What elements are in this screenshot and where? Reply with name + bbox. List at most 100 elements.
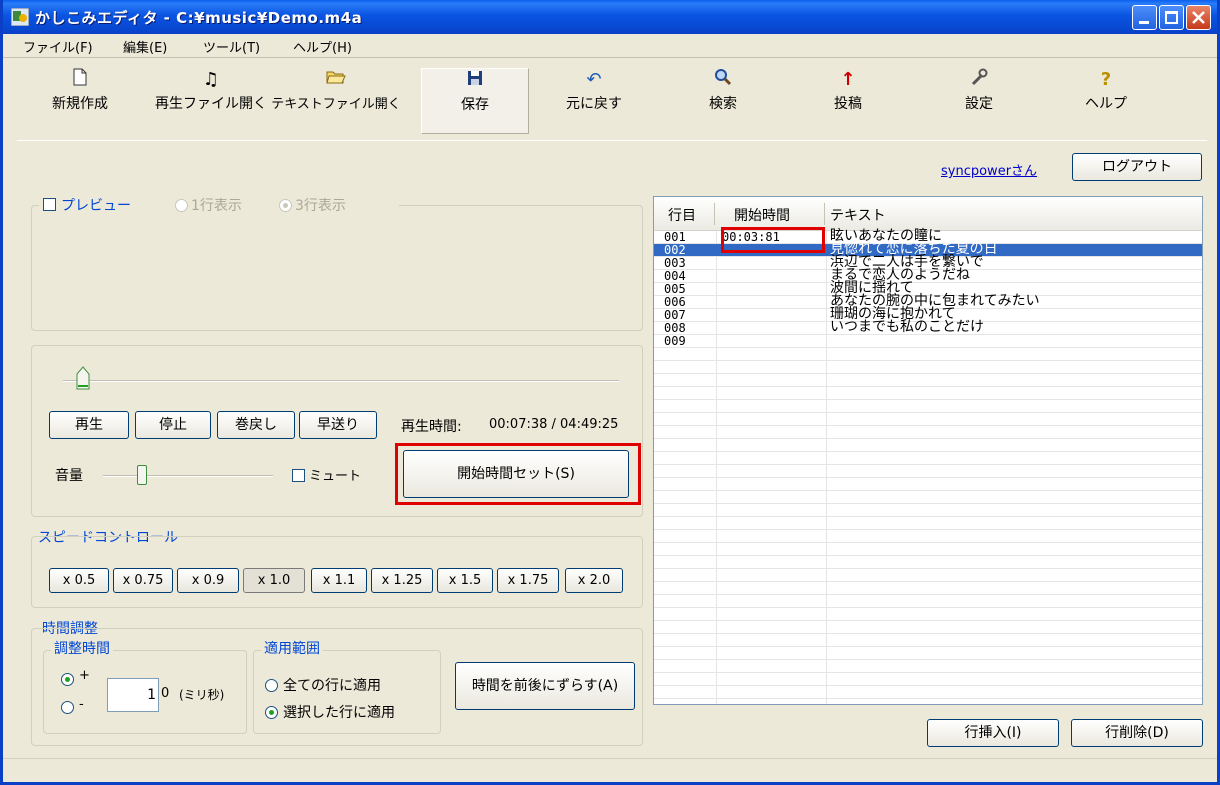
table-row[interactable]: 008 いつまでも私のことだけ <box>654 320 1202 335</box>
open-audio-button[interactable]: ♫ 再生ファイル開く <box>153 68 269 134</box>
search-button[interactable]: 検索 <box>693 68 753 134</box>
speed-1-1-button[interactable]: x 1.1 <box>311 568 367 593</box>
one-line-radio[interactable] <box>175 199 188 212</box>
table-row[interactable] <box>654 374 1202 387</box>
seek-track[interactable] <box>63 380 619 382</box>
rewind-button[interactable]: 巻戻し <box>217 411 295 439</box>
volume-thumb[interactable] <box>137 465 147 485</box>
speed-1-0-button[interactable]: x 1.0 <box>243 568 305 593</box>
speed-0-75-button[interactable]: x 0.75 <box>113 568 173 593</box>
three-line-label: 3行表示 <box>295 198 346 214</box>
table-row[interactable] <box>654 491 1202 504</box>
table-row[interactable] <box>654 530 1202 543</box>
preview-header: プレビュー 1行表示 3行表示 <box>39 194 399 216</box>
table-row[interactable] <box>654 426 1202 439</box>
header-line[interactable]: 行目 <box>668 205 696 225</box>
post-button[interactable]: ↑ 投稿 <box>823 68 873 134</box>
table-row[interactable] <box>654 517 1202 530</box>
table-row[interactable] <box>654 504 1202 517</box>
open-text-button[interactable]: テキストファイル開く <box>271 68 401 134</box>
lyrics-table[interactable]: 行目 開始時間 テキスト 001 00:03:81 眩いあなたの瞳に 002 見惚れて恋… <box>653 196 1203 705</box>
help-button[interactable]: ? ヘルプ <box>1081 68 1131 134</box>
play-button[interactable]: 再生 <box>49 411 129 439</box>
delete-row-button[interactable]: 行削除(D) <box>1071 719 1203 747</box>
forward-button[interactable]: 早送り <box>299 411 377 439</box>
minimize-button[interactable] <box>1132 5 1157 30</box>
adjust-unit-prefix: 0 <box>161 686 170 701</box>
table-row[interactable] <box>654 673 1202 686</box>
header-text[interactable]: テキスト <box>830 205 886 225</box>
amount-label: 調整時間 <box>51 638 113 658</box>
menu-help[interactable]: ヘルプ(H) <box>293 37 352 56</box>
preview-checkbox[interactable] <box>43 198 56 211</box>
menu-file[interactable]: ファイル(F) <box>23 37 93 56</box>
table-row[interactable] <box>654 348 1202 361</box>
table-row[interactable] <box>654 465 1202 478</box>
new-button[interactable]: 新規作成 <box>37 68 123 134</box>
speed-1-25-button[interactable]: x 1.25 <box>371 568 433 593</box>
maximize-button[interactable] <box>1159 5 1184 30</box>
table-row[interactable] <box>654 621 1202 634</box>
menu-edit[interactable]: 編集(E) <box>123 37 167 56</box>
new-label: 新規作成 <box>52 96 108 112</box>
new-file-icon <box>37 68 123 92</box>
table-row[interactable] <box>654 400 1202 413</box>
floppy-disk-icon <box>422 69 528 93</box>
volume-label: 音量 <box>55 468 83 484</box>
table-row[interactable] <box>654 439 1202 452</box>
scope-selected-radio[interactable] <box>265 706 278 719</box>
table-row[interactable] <box>654 569 1202 582</box>
speed-0-9-button[interactable]: x 0.9 <box>177 568 239 593</box>
adjust-value-input[interactable] <box>107 678 159 712</box>
speed-1-5-button[interactable]: x 1.5 <box>437 568 493 593</box>
table-row[interactable] <box>654 660 1202 673</box>
stop-button[interactable]: 停止 <box>135 411 211 439</box>
table-row[interactable] <box>654 647 1202 660</box>
table-row[interactable] <box>654 634 1202 647</box>
table-row[interactable] <box>654 387 1202 400</box>
volume-track[interactable] <box>103 475 273 477</box>
open-folder-icon <box>271 68 401 92</box>
table-row[interactable] <box>654 686 1202 699</box>
undo-button[interactable]: ↶ 元に戻す <box>551 68 637 134</box>
table-row[interactable] <box>654 452 1202 465</box>
save-button[interactable]: 保存 <box>421 68 529 134</box>
menu-tools[interactable]: ツール(T) <box>203 37 260 56</box>
menu-bar: ファイル(F) 編集(E) ツール(T) ヘルプ(H) <box>3 34 1217 58</box>
table-row[interactable] <box>654 543 1202 556</box>
table-row[interactable] <box>654 413 1202 426</box>
header-start[interactable]: 開始時間 <box>734 205 790 225</box>
table-row[interactable] <box>654 556 1202 569</box>
playback-time-label: 再生時間: <box>401 419 462 435</box>
three-line-radio[interactable] <box>279 199 292 212</box>
table-row[interactable] <box>654 582 1202 595</box>
table-row[interactable]: 009 <box>654 335 1202 348</box>
close-button[interactable] <box>1186 5 1211 30</box>
speed-1-75-button[interactable]: x 1.75 <box>497 568 559 593</box>
table-header: 行目 開始時間 テキスト <box>654 197 1202 231</box>
scope-selected-label: 選択した行に適用 <box>283 705 395 721</box>
mute-checkbox[interactable] <box>292 469 305 482</box>
plus-label: + <box>79 668 90 683</box>
plus-radio[interactable] <box>61 673 74 686</box>
table-row[interactable] <box>654 595 1202 608</box>
table-row[interactable] <box>654 478 1202 491</box>
table-row[interactable]: 004 まるで恋人のようだね <box>654 268 1202 283</box>
scope-all-radio[interactable] <box>265 679 278 692</box>
save-label: 保存 <box>461 97 489 113</box>
mute-label: ミュート <box>309 469 362 484</box>
settings-button[interactable]: 設定 <box>951 68 1007 134</box>
minus-radio[interactable] <box>61 701 74 714</box>
window-title: かしこみエディタ - C:¥music¥Demo.m4a <box>35 9 363 27</box>
seek-thumb[interactable] <box>76 366 90 390</box>
speed-2-0-button[interactable]: x 2.0 <box>565 568 623 593</box>
table-row[interactable] <box>654 361 1202 374</box>
speed-0-5-button[interactable]: x 0.5 <box>49 568 109 593</box>
insert-row-button[interactable]: 行挿入(I) <box>927 719 1059 747</box>
shift-time-button[interactable]: 時間を前後にずらす(A) <box>455 662 635 710</box>
title-bar[interactable]: かしこみエディタ - C:¥music¥Demo.m4a <box>3 0 1217 34</box>
user-link[interactable]: syncpowerさん <box>941 160 1037 179</box>
upload-icon: ↑ <box>840 69 856 90</box>
table-row[interactable] <box>654 608 1202 621</box>
logout-button[interactable]: ログアウト <box>1072 153 1202 181</box>
